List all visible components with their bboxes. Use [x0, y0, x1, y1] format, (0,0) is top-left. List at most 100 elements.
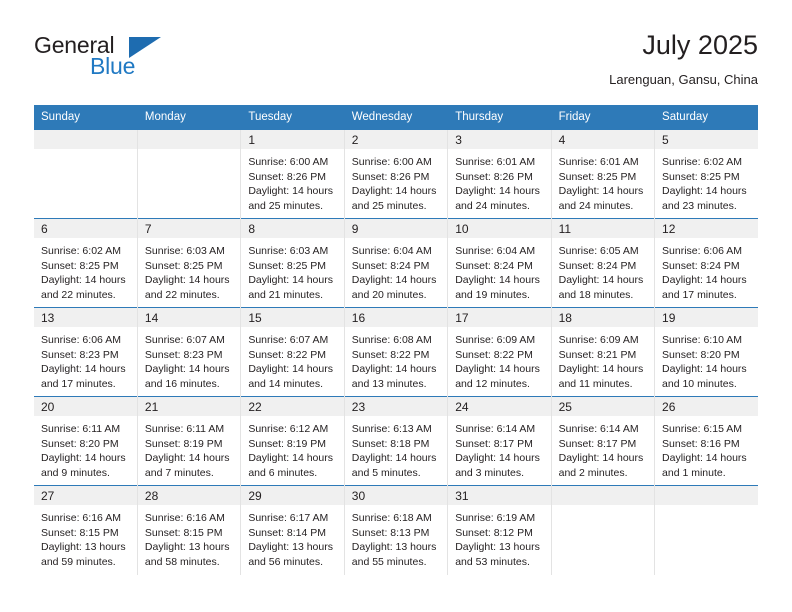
day-cell[interactable]: 26 Sunrise: 6:15 AM Sunset: 8:16 PM Dayl…	[654, 396, 758, 486]
sunset-text: Sunset: 8:24 PM	[662, 259, 740, 272]
day-details: Sunrise: 6:05 AM Sunset: 8:24 PM Dayligh…	[552, 238, 654, 302]
sunset-text: Sunset: 8:23 PM	[41, 348, 119, 361]
weekday-header-thursday: Thursday	[447, 105, 552, 130]
day-cell[interactable]: 25 Sunrise: 6:14 AM Sunset: 8:17 PM Dayl…	[551, 396, 656, 486]
day-cell[interactable]: 28 Sunrise: 6:16 AM Sunset: 8:15 PM Dayl…	[137, 485, 242, 575]
sunrise-text: Sunrise: 6:10 AM	[662, 334, 742, 346]
day-cell[interactable]: 23 Sunrise: 6:13 AM Sunset: 8:18 PM Dayl…	[344, 396, 449, 486]
sunrise-text: Sunrise: 6:11 AM	[41, 423, 121, 435]
sunrise-text: Sunrise: 6:01 AM	[558, 156, 639, 168]
day-cell[interactable]: 12 Sunrise: 6:06 AM Sunset: 8:24 PM Dayl…	[654, 218, 758, 308]
day-cell[interactable]: 9 Sunrise: 6:04 AM Sunset: 8:24 PM Dayli…	[344, 218, 449, 308]
day-cell[interactable]: 13 Sunrise: 6:06 AM Sunset: 8:23 PM Dayl…	[34, 307, 138, 397]
day-cell[interactable]: 8 Sunrise: 6:03 AM Sunset: 8:25 PM Dayli…	[240, 218, 345, 308]
daylight-text-line1: Daylight: 14 hours	[248, 452, 333, 465]
day-cell[interactable]	[34, 129, 138, 219]
calendar-page: General Blue July 2025 Larenguan, Gansu,…	[0, 0, 792, 612]
day-cell[interactable]	[654, 485, 758, 575]
day-number: 4	[551, 130, 655, 149]
sunrise-text: Sunrise: 6:02 AM	[41, 245, 121, 257]
daylight-text-line1: Daylight: 13 hours	[455, 541, 540, 554]
daylight-text-line2: and 22 minutes.	[41, 288, 116, 301]
weekday-header-friday: Friday	[551, 105, 656, 130]
daylight-text-line2: and 16 minutes.	[144, 377, 220, 390]
day-cell[interactable]: 18 Sunrise: 6:09 AM Sunset: 8:21 PM Dayl…	[551, 307, 656, 397]
daylight-text-line2: and 9 minutes.	[41, 466, 110, 479]
sunrise-text: Sunrise: 6:03 AM	[248, 245, 329, 257]
day-cell[interactable]: 11 Sunrise: 6:05 AM Sunset: 8:24 PM Dayl…	[551, 218, 656, 308]
page-header: General Blue July 2025 Larenguan, Gansu,…	[34, 28, 758, 98]
day-cell[interactable]: 1 Sunrise: 6:00 AM Sunset: 8:26 PM Dayli…	[240, 129, 345, 219]
daylight-text-line2: and 58 minutes.	[144, 555, 220, 568]
sunset-text: Sunset: 8:22 PM	[455, 348, 533, 361]
day-details: Sunrise: 6:16 AM Sunset: 8:15 PM Dayligh…	[138, 505, 240, 569]
day-cell[interactable]: 3 Sunrise: 6:01 AM Sunset: 8:26 PM Dayli…	[447, 129, 552, 219]
daylight-text-line1: Daylight: 14 hours	[558, 274, 644, 287]
day-cell[interactable]: 31 Sunrise: 6:19 AM Sunset: 8:12 PM Dayl…	[447, 485, 552, 575]
day-number: 5	[655, 130, 758, 149]
day-cell[interactable]: 22 Sunrise: 6:12 AM Sunset: 8:19 PM Dayl…	[240, 396, 345, 486]
daylight-text-line2: and 20 minutes.	[351, 288, 427, 301]
day-cell[interactable]	[137, 129, 242, 219]
week-row: 1 Sunrise: 6:00 AM Sunset: 8:26 PM Dayli…	[34, 129, 758, 219]
daylight-text-line2: and 10 minutes.	[662, 377, 737, 390]
daylight-text-line1: Daylight: 14 hours	[248, 185, 333, 198]
day-cell[interactable]: 10 Sunrise: 6:04 AM Sunset: 8:24 PM Dayl…	[447, 218, 552, 308]
daylight-text-line2: and 11 minutes.	[558, 377, 633, 390]
sunrise-text: Sunrise: 6:12 AM	[248, 423, 329, 435]
day-cell[interactable]	[551, 485, 656, 575]
day-number: 19	[655, 308, 758, 327]
daylight-text-line1: Daylight: 14 hours	[351, 452, 437, 465]
day-cell[interactable]: 19 Sunrise: 6:10 AM Sunset: 8:20 PM Dayl…	[654, 307, 758, 397]
day-details: Sunrise: 6:11 AM Sunset: 8:19 PM Dayligh…	[138, 416, 240, 480]
daylight-text-line1: Daylight: 14 hours	[144, 274, 230, 287]
day-cell[interactable]: 29 Sunrise: 6:17 AM Sunset: 8:14 PM Dayl…	[240, 485, 345, 575]
day-cell[interactable]: 24 Sunrise: 6:14 AM Sunset: 8:17 PM Dayl…	[447, 396, 552, 486]
sunrise-text: Sunrise: 6:16 AM	[41, 512, 121, 524]
day-cell[interactable]: 27 Sunrise: 6:16 AM Sunset: 8:15 PM Dayl…	[34, 485, 138, 575]
sunset-text: Sunset: 8:25 PM	[144, 259, 223, 272]
sunrise-text: Sunrise: 6:16 AM	[144, 512, 225, 524]
day-cell[interactable]: 2 Sunrise: 6:00 AM Sunset: 8:26 PM Dayli…	[344, 129, 449, 219]
day-number	[34, 130, 137, 149]
day-cell[interactable]: 16 Sunrise: 6:08 AM Sunset: 8:22 PM Dayl…	[344, 307, 449, 397]
day-details: Sunrise: 6:03 AM Sunset: 8:25 PM Dayligh…	[138, 238, 240, 302]
day-cell[interactable]: 4 Sunrise: 6:01 AM Sunset: 8:25 PM Dayli…	[551, 129, 656, 219]
daylight-text-line1: Daylight: 14 hours	[248, 274, 333, 287]
brand-name-blue: Blue	[90, 53, 136, 79]
sunset-text: Sunset: 8:24 PM	[351, 259, 430, 272]
sunrise-text: Sunrise: 6:07 AM	[144, 334, 225, 346]
daylight-text-line1: Daylight: 13 hours	[41, 541, 126, 554]
day-number	[137, 130, 241, 149]
day-cell[interactable]: 5 Sunrise: 6:02 AM Sunset: 8:25 PM Dayli…	[654, 129, 758, 219]
day-cell[interactable]: 6 Sunrise: 6:02 AM Sunset: 8:25 PM Dayli…	[34, 218, 138, 308]
sunrise-text: Sunrise: 6:09 AM	[558, 334, 639, 346]
daylight-text-line1: Daylight: 14 hours	[41, 274, 126, 287]
daylight-text-line2: and 18 minutes.	[558, 288, 634, 301]
general-blue-logo[interactable]: General Blue	[34, 32, 164, 88]
day-details: Sunrise: 6:09 AM Sunset: 8:21 PM Dayligh…	[552, 327, 654, 391]
day-cell[interactable]: 14 Sunrise: 6:07 AM Sunset: 8:23 PM Dayl…	[137, 307, 242, 397]
day-cell[interactable]: 21 Sunrise: 6:11 AM Sunset: 8:19 PM Dayl…	[137, 396, 242, 486]
day-cell[interactable]: 17 Sunrise: 6:09 AM Sunset: 8:22 PM Dayl…	[447, 307, 552, 397]
sunset-text: Sunset: 8:17 PM	[558, 437, 637, 450]
day-cell[interactable]: 7 Sunrise: 6:03 AM Sunset: 8:25 PM Dayli…	[137, 218, 242, 308]
sunrise-text: Sunrise: 6:04 AM	[455, 245, 536, 257]
sunrise-text: Sunrise: 6:14 AM	[558, 423, 639, 435]
sunset-text: Sunset: 8:12 PM	[455, 526, 533, 539]
day-number: 9	[344, 219, 448, 238]
daylight-text-line1: Daylight: 14 hours	[662, 185, 747, 198]
day-details: Sunrise: 6:16 AM Sunset: 8:15 PM Dayligh…	[34, 505, 137, 569]
weekday-header-wednesday: Wednesday	[344, 105, 449, 130]
daylight-text-line2: and 1 minute.	[662, 466, 726, 479]
day-cell[interactable]: 15 Sunrise: 6:07 AM Sunset: 8:22 PM Dayl…	[240, 307, 345, 397]
sunrise-text: Sunrise: 6:04 AM	[351, 245, 432, 257]
day-details: Sunrise: 6:02 AM Sunset: 8:25 PM Dayligh…	[34, 238, 137, 302]
day-details: Sunrise: 6:06 AM Sunset: 8:24 PM Dayligh…	[655, 238, 758, 302]
daylight-text-line2: and 6 minutes.	[248, 466, 318, 479]
day-details: Sunrise: 6:07 AM Sunset: 8:22 PM Dayligh…	[241, 327, 343, 391]
sunset-text: Sunset: 8:25 PM	[558, 170, 637, 183]
day-cell[interactable]: 30 Sunrise: 6:18 AM Sunset: 8:13 PM Dayl…	[344, 485, 449, 575]
daylight-text-line2: and 56 minutes.	[248, 555, 324, 568]
day-cell[interactable]: 20 Sunrise: 6:11 AM Sunset: 8:20 PM Dayl…	[34, 396, 138, 486]
